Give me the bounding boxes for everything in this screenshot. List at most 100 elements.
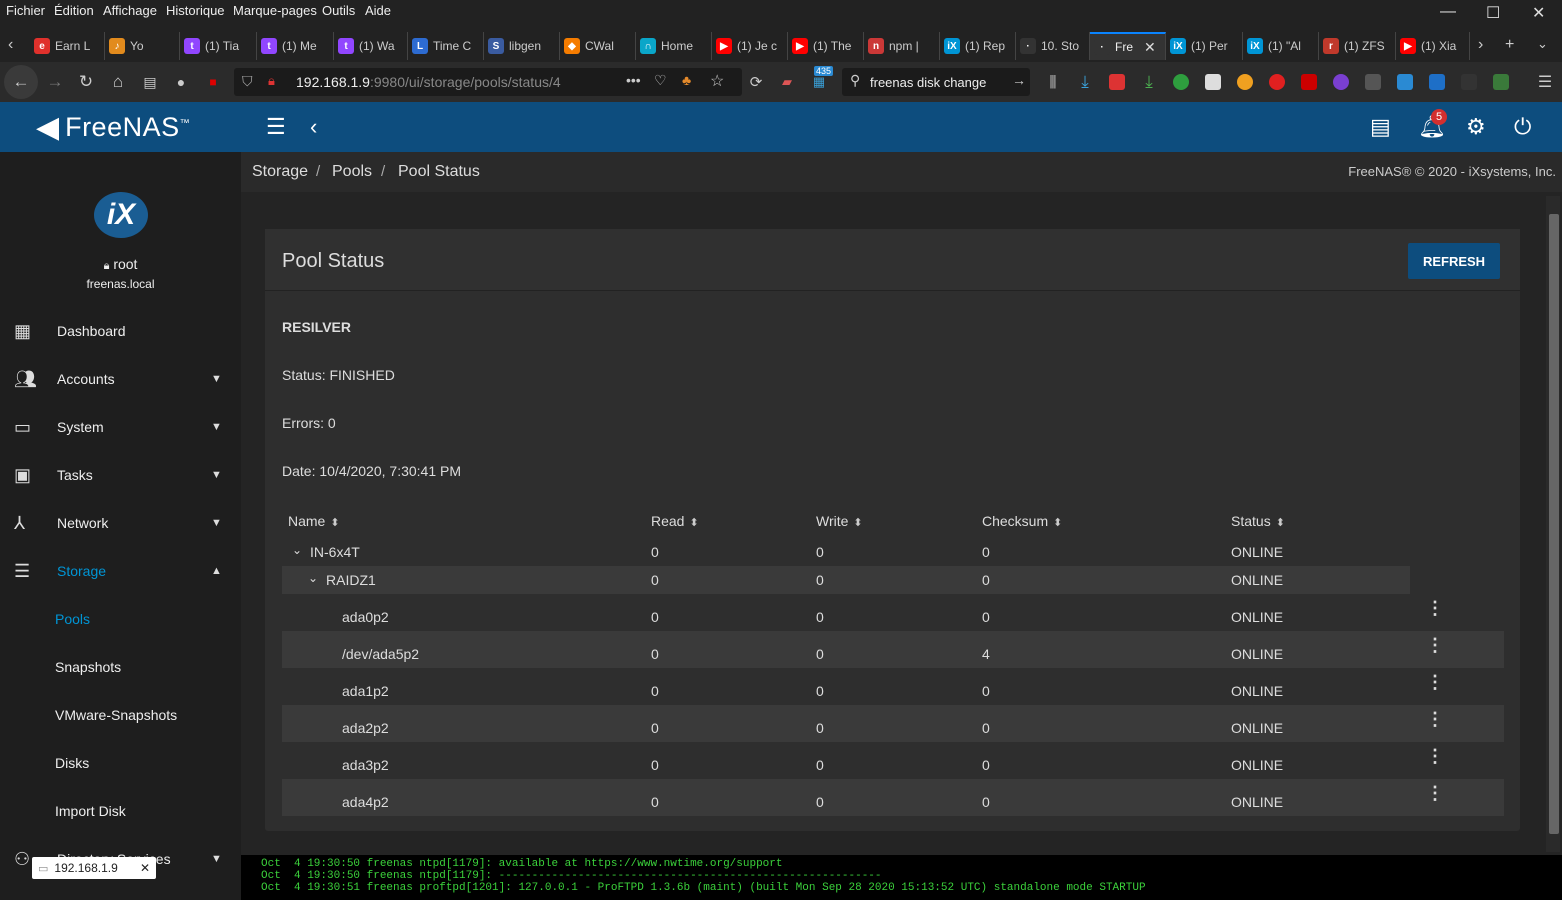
share-icon[interactable]: ♣ — [682, 72, 691, 88]
browser-tab[interactable]: Slibgen — [484, 32, 560, 60]
reload-icon[interactable]: ↻ — [71, 67, 101, 97]
extension-icon[interactable] — [1269, 74, 1285, 90]
search-input[interactable] — [870, 72, 1010, 92]
search-bar[interactable]: ⚲ → — [842, 68, 1030, 96]
extension-icon[interactable]: ▰ — [772, 67, 802, 97]
sidebar-item-system[interactable]: ▭ System ▼ — [0, 407, 241, 447]
sidebar-subitem-pools[interactable]: Pools — [55, 611, 90, 627]
url-text[interactable]: 192.168.1.9:9980/ui/storage/pools/status… — [296, 74, 561, 90]
table-row-disk[interactable]: ada4p2 0 0 0 ONLINE ⋮ — [282, 779, 1504, 816]
pocket-icon[interactable]: ♡ — [654, 72, 667, 89]
breadcrumb-pools[interactable]: Pools — [332, 163, 372, 181]
column-read[interactable]: Read ⬍ — [651, 513, 699, 529]
url-bar[interactable]: ⛉ 🔒︎ 192.168.1.9:9980/ui/storage/pools/s… — [234, 68, 742, 96]
gear-icon[interactable]: ⚙ — [1466, 114, 1486, 140]
chevron-down-icon[interactable]: ⌄ — [308, 571, 318, 585]
download-helper-icon[interactable]: ⤓ — [1134, 67, 1164, 97]
tabs-scroll-right-icon[interactable]: › — [1478, 36, 1483, 54]
more-options-icon[interactable]: ⋮ — [1426, 746, 1444, 767]
sidebar-subitem-snapshots[interactable]: Snapshots — [55, 659, 121, 675]
extension-icon[interactable] — [1397, 74, 1413, 90]
refresh-button[interactable]: REFRESH — [1408, 243, 1500, 279]
home-icon[interactable]: ⌂ — [103, 67, 133, 97]
sidebar-item-accounts[interactable]: 👥︎ Accounts ▼ — [0, 359, 241, 399]
close-window-icon[interactable]: ✕ — [1532, 3, 1545, 23]
browser-tab[interactable]: L Time C — [408, 32, 484, 60]
browser-tab[interactable]: · 10. Sto — [1016, 32, 1090, 60]
minimize-icon[interactable]: — — [1440, 3, 1456, 21]
sidebar-item-tasks[interactable]: ▣ Tasks ▼ — [0, 455, 241, 495]
extension-icon[interactable] — [1365, 74, 1381, 90]
menu-outils[interactable]: Outils — [322, 3, 355, 18]
hamburger-menu-icon[interactable]: ☰ — [1530, 67, 1560, 97]
maximize-icon[interactable]: ☐ — [1486, 3, 1500, 23]
sidebar-item-storage[interactable]: ☰ Storage ▲ — [0, 551, 241, 591]
table-row-pool[interactable]: ⌄ IN-6x4T 0 0 0 ONLINE — [282, 538, 1504, 566]
scrollbar-thumb[interactable] — [1549, 214, 1559, 834]
bookmark-star-icon[interactable]: ☆ — [710, 71, 724, 91]
browser-tab[interactable]: t (1) Tia — [180, 32, 257, 60]
menu-aide[interactable]: Aide — [365, 3, 391, 18]
new-tab-icon[interactable]: + — [1505, 36, 1514, 54]
extension-icon[interactable] — [1173, 74, 1189, 90]
more-options-icon[interactable]: ⋮ — [1426, 783, 1444, 804]
extension-icon[interactable] — [1493, 74, 1509, 90]
downloads-icon[interactable]: ⤓ — [1070, 67, 1100, 97]
column-status[interactable]: Status ⬍ — [1231, 513, 1285, 529]
collapse-sidebar-icon[interactable]: ‹ — [310, 114, 317, 140]
close-icon[interactable]: ✕ — [140, 861, 150, 875]
more-options-icon[interactable]: ⋮ — [1426, 672, 1444, 693]
search-go-icon[interactable]: → — [1012, 72, 1026, 88]
adblock-icon[interactable] — [1301, 74, 1317, 90]
browser-tab[interactable]: iX (1) "Al — [1243, 32, 1319, 60]
menu-historique[interactable]: Historique — [166, 3, 225, 18]
more-options-icon[interactable]: ⋮ — [1426, 635, 1444, 656]
browser-tab[interactable]: ◆ CWal — [560, 32, 636, 60]
table-row-disk[interactable]: ada0p2 0 0 0 ONLINE ⋮ — [282, 594, 1504, 631]
chevron-down-icon[interactable]: ⌄ — [292, 543, 302, 557]
breadcrumb-storage[interactable]: Storage — [252, 163, 308, 181]
browser-tab[interactable]: e Earn L — [30, 32, 105, 60]
sidebar-subitem-import-disk[interactable]: Import Disk — [55, 803, 126, 819]
browser-tab[interactable]: ▶ (1) Xia — [1396, 32, 1470, 60]
browser-tab[interactable]: ∩ Home — [636, 32, 712, 60]
extension-icon[interactable] — [1109, 74, 1125, 90]
column-checksum[interactable]: Checksum ⬍ — [982, 513, 1062, 529]
sidebar-item-dashboard[interactable]: ▦ Dashboard — [0, 311, 241, 351]
table-row-vdev[interactable]: ⌄ RAIDZ1 0 0 0 ONLINE — [282, 566, 1410, 594]
extension-icon[interactable] — [1205, 74, 1221, 90]
more-options-icon[interactable]: ⋮ — [1426, 709, 1444, 730]
browser-tab[interactable]: ▶ (1) The — [788, 32, 864, 60]
sidebar-subitem-disks[interactable]: Disks — [55, 755, 89, 771]
browser-tab[interactable]: · Fre ✕ — [1090, 32, 1166, 60]
extension-icon[interactable] — [1461, 74, 1477, 90]
power-icon[interactable]: ⏻ — [1514, 114, 1531, 140]
sidebar-subitem-vmware-snapshots[interactable]: VMware-Snapshots — [55, 707, 177, 723]
extension-icon[interactable] — [1333, 74, 1349, 90]
task-manager-icon[interactable]: ▤ — [1370, 114, 1391, 140]
insecure-lock-icon[interactable]: 🔒︎ — [268, 73, 275, 89]
forward-icon[interactable]: → — [40, 67, 70, 97]
back-icon[interactable]: ← — [4, 65, 38, 99]
menu-edition[interactable]: Édition — [54, 3, 94, 18]
scrollbar[interactable] — [1546, 196, 1560, 852]
table-row-disk[interactable]: /dev/ada5p2 0 0 4 ONLINE ⋮ — [282, 631, 1504, 668]
reader-icon[interactable]: ▤ — [135, 67, 165, 97]
browser-tab[interactable]: n npm | — [864, 32, 940, 60]
browser-tab[interactable]: r (1) ZFS — [1319, 32, 1396, 60]
page-actions-icon[interactable]: ••• — [626, 72, 641, 88]
browser-tab[interactable]: iX (1) Rep — [940, 32, 1016, 60]
close-tab-icon[interactable]: ✕ — [1144, 39, 1156, 56]
menu-marque-pages[interactable]: Marque-pages — [233, 3, 317, 18]
table-row-disk[interactable]: ada3p2 0 0 0 ONLINE ⋮ — [282, 742, 1504, 779]
table-row-disk[interactable]: ada2p2 0 0 0 ONLINE ⋮ — [282, 705, 1504, 742]
browser-tab[interactable]: ▶ (1) Je c — [712, 32, 788, 60]
column-write[interactable]: Write ⬍ — [816, 513, 863, 529]
freenas-logo[interactable]: ◀ FreeNAS™ — [0, 102, 241, 152]
account-icon[interactable]: ● — [166, 67, 196, 97]
menu-affichage[interactable]: Affichage — [103, 3, 157, 18]
extension-icon[interactable] — [1237, 74, 1253, 90]
tabs-scroll-left-icon[interactable]: ‹ — [8, 36, 13, 54]
sync-icon[interactable]: ⟳ — [741, 67, 771, 97]
table-row-disk[interactable]: ada1p2 0 0 0 ONLINE ⋮ — [282, 668, 1504, 705]
